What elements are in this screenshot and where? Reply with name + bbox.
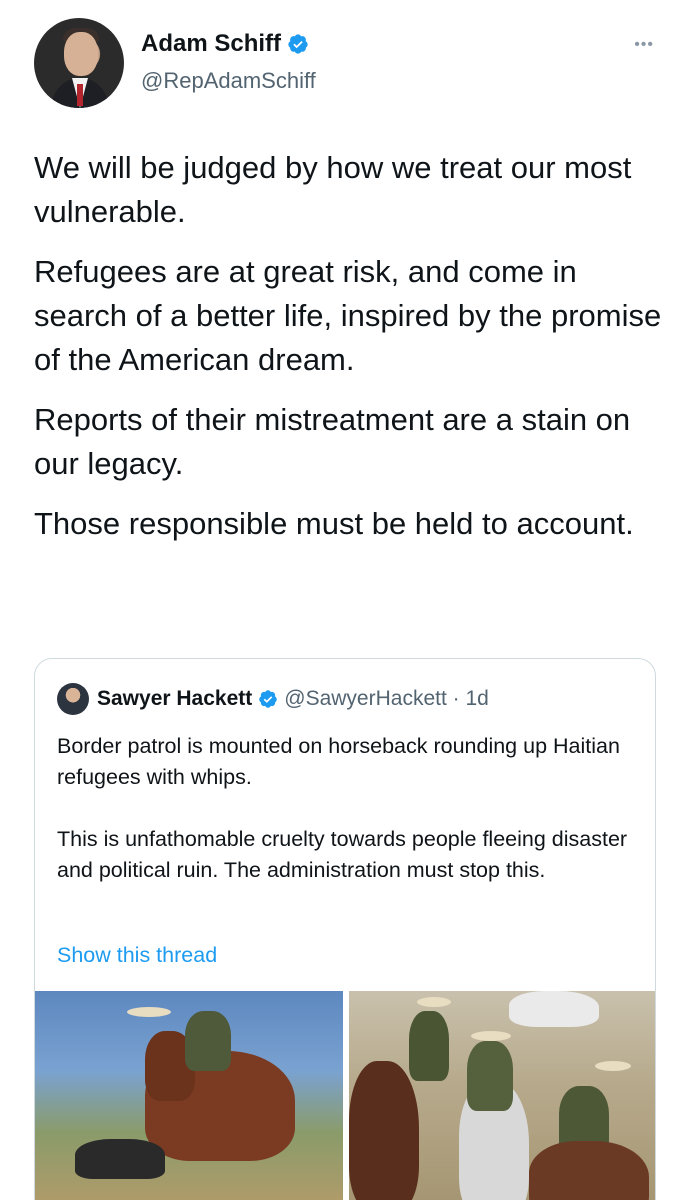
quoted-author-avatar[interactable]: [57, 683, 89, 715]
author-display-name[interactable]: Adam Schiff: [141, 30, 281, 58]
tweet-header: Adam Schiff @RepAdamSchiff •••: [34, 18, 664, 108]
author-name-row[interactable]: Adam Schiff: [141, 30, 309, 58]
tweet-paragraph: Those responsible must be held to accoun…: [34, 506, 634, 541]
tweet-paragraph: Refugees are at great risk, and come in …: [34, 254, 662, 377]
quoted-tweet-header: Sawyer Hackett @SawyerHackett · 1d: [57, 683, 489, 715]
tweet-paragraph: Reports of their mistreatment are a stai…: [34, 402, 631, 481]
quoted-media: [35, 991, 655, 1200]
verified-badge-icon: [288, 34, 308, 54]
quoted-tweet[interactable]: Sawyer Hackett @SawyerHackett · 1d Borde…: [34, 658, 656, 1200]
ellipsis-icon[interactable]: •••: [634, 36, 654, 54]
quoted-tweet-time[interactable]: 1d: [465, 687, 488, 711]
tweet-text: We will be judged by how we treat our mo…: [34, 146, 664, 562]
author-handle[interactable]: @RepAdamSchiff: [141, 68, 316, 94]
show-thread-link[interactable]: Show this thread: [57, 943, 217, 968]
tweet-paragraph: We will be judged by how we treat our mo…: [34, 150, 632, 229]
meta-separator: ·: [446, 687, 466, 710]
verified-badge-icon: [259, 690, 278, 708]
quoted-author-handle[interactable]: @SawyerHackett: [284, 687, 447, 711]
media-photo-right[interactable]: [349, 991, 655, 1200]
author-avatar[interactable]: [34, 18, 124, 108]
quoted-paragraph: This is unfathomable cruelty towards peo…: [57, 827, 628, 882]
quoted-paragraph: Border patrol is mounted on horseback ro…: [57, 734, 620, 789]
quoted-tweet-text: Border patrol is mounted on horseback ro…: [57, 731, 647, 917]
quoted-author-display-name[interactable]: Sawyer Hackett: [97, 687, 252, 711]
media-photo-left[interactable]: [35, 991, 343, 1200]
